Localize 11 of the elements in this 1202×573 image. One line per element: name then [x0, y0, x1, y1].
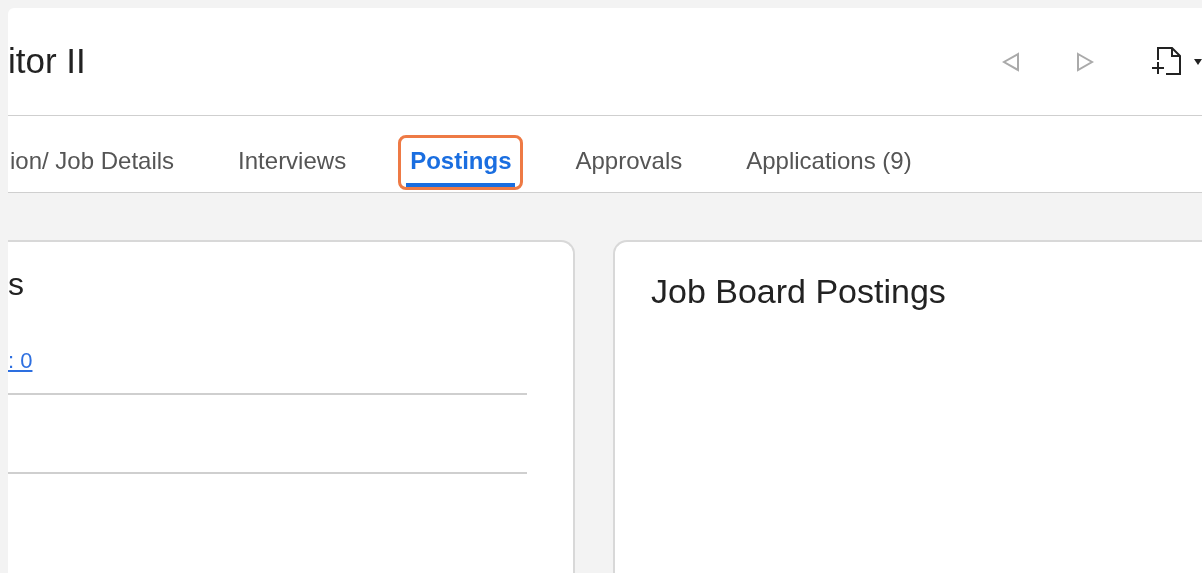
page-title: itor II [8, 40, 86, 83]
tab[interactable]: Postings [398, 135, 524, 190]
tab[interactable]: Applications (9) [734, 135, 924, 190]
card-title: s [8, 268, 25, 300]
card-title: Job Board Postings [651, 271, 947, 312]
tab[interactable]: ion/ Job Details [0, 135, 187, 190]
tab[interactable]: Approvals [563, 135, 695, 190]
count-link[interactable]: : 0 [8, 344, 33, 377]
add-document-icon[interactable] [1150, 45, 1184, 78]
tab[interactable]: Interviews [226, 135, 359, 190]
caret-icon[interactable] [1194, 58, 1202, 65]
